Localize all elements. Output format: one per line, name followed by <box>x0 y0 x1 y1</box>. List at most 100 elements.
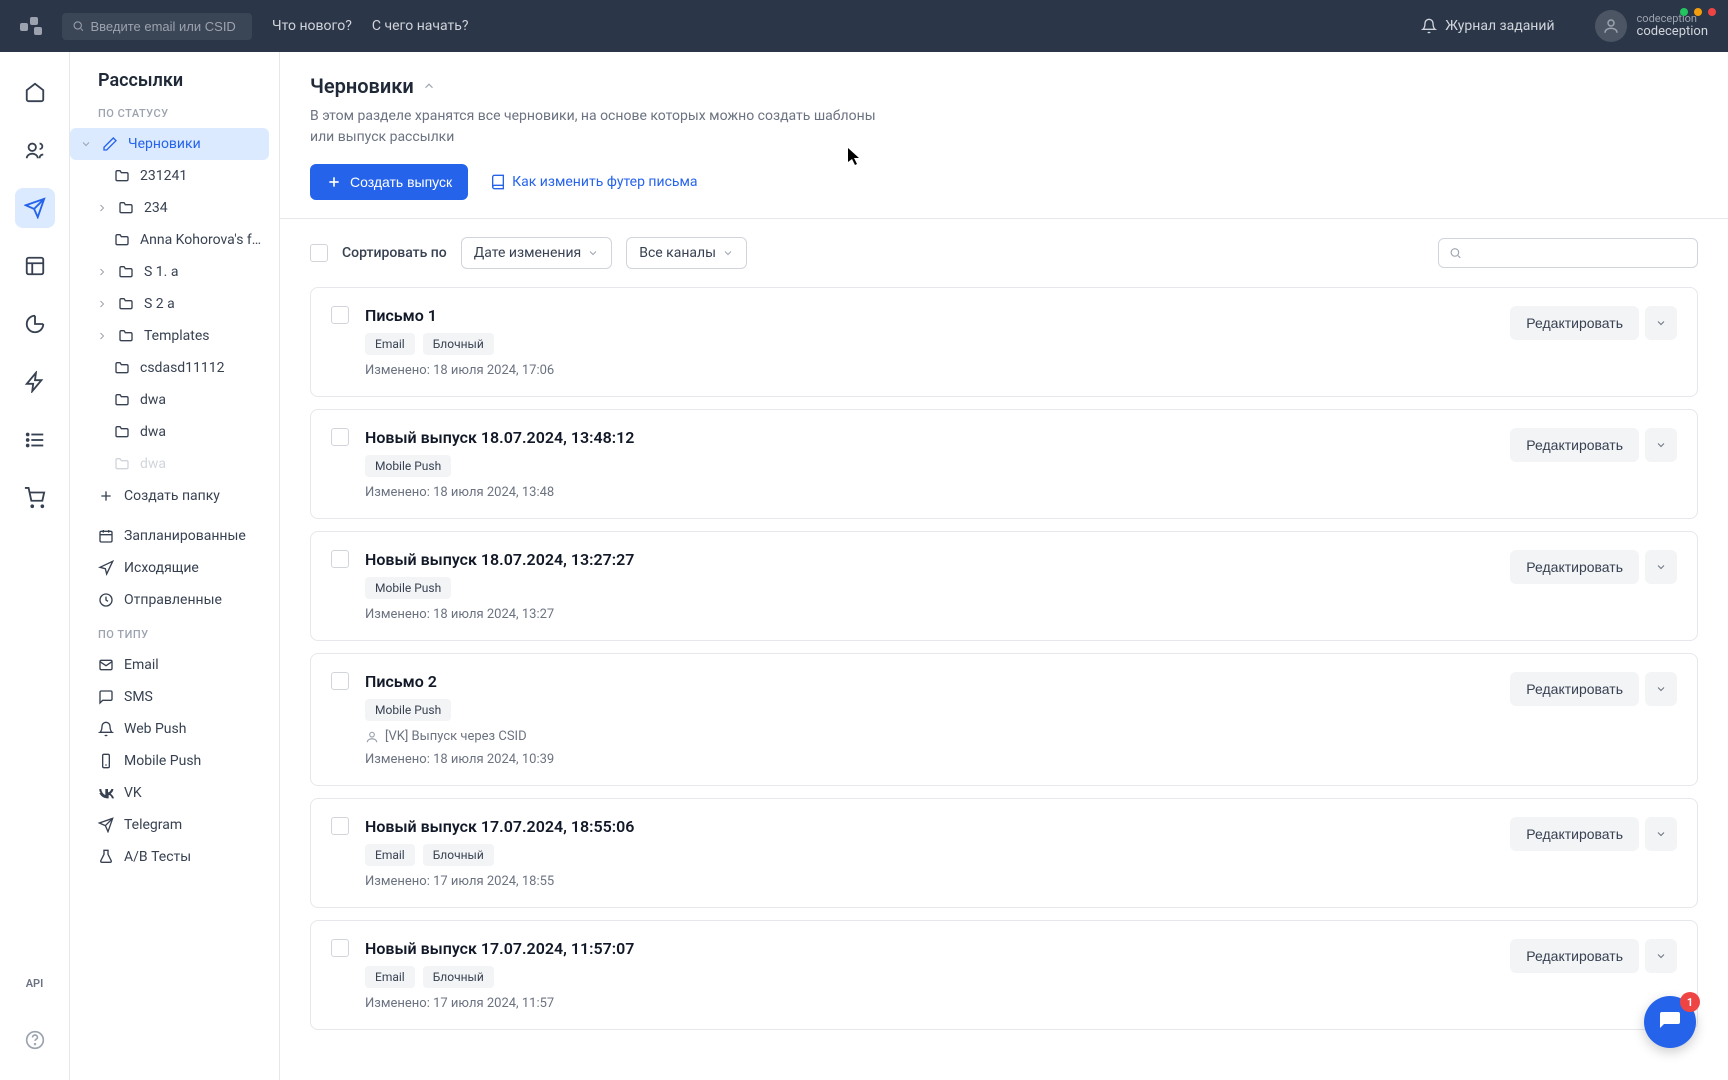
sidebar-folder[interactable]: S 2 a <box>70 288 269 320</box>
folder-icon <box>114 424 130 440</box>
sidebar-folder[interactable]: Anna Kohorova's f… <box>70 224 269 256</box>
book-icon <box>490 174 506 190</box>
edit-button[interactable]: Редактировать <box>1510 306 1639 340</box>
getting-started-link[interactable]: С чего начать? <box>372 18 469 34</box>
rail-home[interactable] <box>15 72 55 112</box>
more-button[interactable] <box>1645 672 1677 706</box>
footer-help-link[interactable]: Как изменить футер письма <box>490 174 697 190</box>
sidebar-folder[interactable]: dwa <box>70 384 269 416</box>
window-controls <box>1680 8 1716 16</box>
rail-automation[interactable] <box>15 362 55 402</box>
card-title[interactable]: Письмо 1 <box>365 306 1494 325</box>
list-search[interactable] <box>1438 238 1698 268</box>
global-search[interactable] <box>62 13 252 40</box>
more-button[interactable] <box>1645 306 1677 340</box>
rail-lists[interactable] <box>15 420 55 460</box>
sidebar-item-scheduled[interactable]: Запланированные <box>70 520 269 552</box>
task-journal[interactable]: Журнал заданий <box>1421 18 1554 34</box>
card-checkbox[interactable] <box>331 817 349 835</box>
sidebar-item-label: Исходящие <box>124 560 199 576</box>
card-checkbox[interactable] <box>331 428 349 446</box>
sidebar-item-sent[interactable]: Отправленные <box>70 584 269 616</box>
sidebar-type-ab[interactable]: A/B Тесты <box>70 841 269 873</box>
card-checkbox[interactable] <box>331 672 349 690</box>
chevron-down-icon <box>1655 561 1667 573</box>
sidebar-folder[interactable]: S 1. a <box>70 256 269 288</box>
main-content: Черновики В этом разделе хранятся все че… <box>280 52 1728 1080</box>
sidebar-type-mobilepush[interactable]: Mobile Push <box>70 745 269 777</box>
card-checkbox[interactable] <box>331 550 349 568</box>
sidebar-item-outbox[interactable]: Исходящие <box>70 552 269 584</box>
whats-new-link[interactable]: Что нового? <box>272 18 352 34</box>
create-issue-button[interactable]: Создать выпуск <box>310 164 468 200</box>
type-icon <box>98 721 114 737</box>
page-title[interactable]: Черновики <box>310 74 1698 98</box>
card-title[interactable]: Новый выпуск 17.07.2024, 18:55:06 <box>365 817 1494 836</box>
more-button[interactable] <box>1645 428 1677 462</box>
sidebar-group-status: ПО СТАТУСУ <box>70 107 269 120</box>
tag: Блочный <box>423 333 494 355</box>
rail-api[interactable]: API <box>26 977 44 990</box>
more-button[interactable] <box>1645 550 1677 584</box>
edit-button[interactable]: Редактировать <box>1510 672 1639 706</box>
task-journal-label: Журнал заданий <box>1445 18 1554 34</box>
rail-templates[interactable] <box>15 246 55 286</box>
sidebar-item-label: Создать папку <box>124 488 220 504</box>
sidebar-type-telegram[interactable]: Telegram <box>70 809 269 841</box>
sidebar-folder[interactable]: Templates <box>70 320 269 352</box>
more-button[interactable] <box>1645 817 1677 851</box>
card-title[interactable]: Новый выпуск 17.07.2024, 11:57:07 <box>365 939 1494 958</box>
channel-dropdown[interactable]: Все каналы <box>626 237 747 269</box>
app-logo[interactable] <box>20 17 42 35</box>
sidebar-item-label: Telegram <box>124 817 182 833</box>
sidebar-folder[interactable]: dwa <box>70 416 269 448</box>
sidebar-folder[interactable]: dwa <box>70 448 269 480</box>
sidebar-folder[interactable]: 234 <box>70 192 269 224</box>
user-icon <box>365 730 379 744</box>
search-icon <box>1449 246 1462 260</box>
send-icon <box>24 197 46 219</box>
card-checkbox[interactable] <box>331 939 349 957</box>
global-search-input[interactable] <box>90 19 242 34</box>
more-button[interactable] <box>1645 939 1677 973</box>
sidebar-folder[interactable]: 231241 <box>70 160 269 192</box>
card-checkbox[interactable] <box>331 306 349 324</box>
chevron-right-icon <box>96 202 108 214</box>
sidebar-item-drafts[interactable]: Черновики <box>70 128 269 160</box>
sidebar-type-vk[interactable]: VK <box>70 777 269 809</box>
card-title[interactable]: Письмо 2 <box>365 672 1494 691</box>
edit-button[interactable]: Редактировать <box>1510 817 1639 851</box>
chevron-down-icon <box>587 247 599 259</box>
rail-contacts[interactable] <box>15 130 55 170</box>
sidebar-create-folder[interactable]: Создать папку <box>70 480 269 512</box>
edit-button[interactable]: Редактировать <box>1510 428 1639 462</box>
list-search-input[interactable] <box>1468 245 1687 261</box>
home-icon <box>24 81 46 103</box>
edit-button[interactable]: Редактировать <box>1510 550 1639 584</box>
draft-card: Новый выпуск 17.07.2024, 18:55:06EmailБл… <box>310 798 1698 908</box>
card-modified: Изменено: 17 июля 2024, 11:57 <box>365 996 1494 1011</box>
sidebar-folder[interactable]: csdasd11112 <box>70 352 269 384</box>
sidebar-type-sms[interactable]: SMS <box>70 681 269 713</box>
select-all-checkbox[interactable] <box>310 244 328 262</box>
draft-card: Письмо 2Mobile Push[VK] Выпуск через CSI… <box>310 653 1698 786</box>
bell-icon <box>1421 18 1437 34</box>
bolt-icon <box>24 371 46 393</box>
chat-icon <box>1658 1010 1682 1034</box>
rail-help[interactable] <box>15 1020 55 1060</box>
edit-button[interactable]: Редактировать <box>1510 939 1639 973</box>
rail-reports[interactable] <box>15 304 55 344</box>
type-icon <box>98 849 114 865</box>
sidebar-item-label: VK <box>124 785 142 801</box>
sidebar-type-webpush[interactable]: Web Push <box>70 713 269 745</box>
card-title[interactable]: Новый выпуск 18.07.2024, 13:48:12 <box>365 428 1494 447</box>
folder-icon <box>114 168 130 184</box>
search-icon <box>72 19 84 33</box>
rail-ecommerce[interactable] <box>15 478 55 518</box>
sort-dropdown[interactable]: Дате изменения <box>461 237 612 269</box>
sidebar-type-email[interactable]: Email <box>70 649 269 681</box>
layout-icon <box>24 255 46 277</box>
chat-fab[interactable]: 1 <box>1644 996 1696 1048</box>
card-title[interactable]: Новый выпуск 18.07.2024, 13:27:27 <box>365 550 1494 569</box>
rail-campaigns[interactable] <box>15 188 55 228</box>
